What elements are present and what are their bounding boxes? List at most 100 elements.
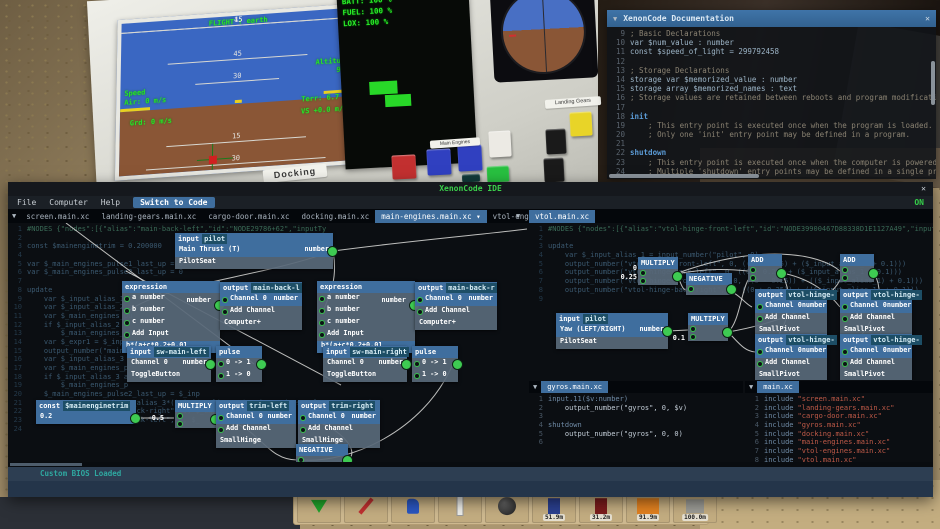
collapse-icon[interactable]: ▼ — [745, 383, 757, 391]
input-port[interactable] — [640, 278, 646, 284]
node-multiply-3[interactable]: MULTIPLY — [688, 313, 728, 341]
input-port[interactable] — [842, 304, 848, 310]
node-output-vtol-hinge-2[interactable]: outputvtol-hinge- Channel 0number Add Ch… — [840, 289, 912, 337]
add-input-port[interactable] — [319, 332, 325, 338]
output-port[interactable] — [726, 284, 737, 295]
collapse-icon[interactable]: ▼ — [613, 15, 617, 23]
output-port[interactable] — [868, 268, 879, 279]
input-port[interactable] — [750, 267, 756, 273]
add-channel-port[interactable] — [842, 361, 848, 367]
collapse-icon[interactable]: ▼ — [529, 383, 541, 391]
menu-item[interactable]: File — [17, 198, 36, 207]
node-pulse-1[interactable]: pulse 0 -> 1 1 -> 0 — [216, 346, 262, 382]
input-port[interactable] — [222, 297, 228, 303]
editor-main-xc[interactable]: ▼ main.xc 1include"screen.main.xc" 2incl… — [745, 381, 933, 462]
input-port[interactable] — [124, 308, 130, 314]
close-icon[interactable]: ✕ — [925, 14, 930, 23]
node-add-2[interactable]: ADD — [840, 254, 874, 282]
node-output-vtol-hinge-4[interactable]: outputvtol-hinge- Channel 0number Add Ch… — [840, 334, 912, 380]
input-port[interactable] — [640, 270, 646, 276]
editor-gyros[interactable]: ▼ gyros.main.xc 1input.11($v:number) 2 o… — [529, 381, 743, 462]
input-port[interactable] — [319, 320, 325, 326]
input-port[interactable] — [757, 304, 763, 310]
output-port[interactable] — [722, 327, 733, 338]
add-channel-port[interactable] — [757, 361, 763, 367]
node-input-pilot-yaw[interactable]: inputpilot Yaw (LEFT/RIGHT)number PilotS… — [556, 313, 668, 349]
close-icon[interactable]: ✕ — [921, 182, 926, 196]
output-port[interactable] — [342, 455, 353, 462]
input-port[interactable] — [690, 334, 696, 340]
node-output-trim-right[interactable]: outputtrim-right Channel 0number Add Cha… — [298, 400, 380, 448]
input-port[interactable] — [124, 296, 130, 302]
doc-horizontal-scrollbar[interactable] — [609, 174, 759, 178]
file-tab[interactable]: docking.main.xc — [296, 210, 376, 223]
input-port[interactable] — [218, 415, 224, 421]
menu-item[interactable]: Help — [101, 198, 120, 207]
output-port[interactable] — [256, 359, 267, 370]
add-channel-port[interactable] — [300, 427, 306, 433]
input-port[interactable] — [842, 275, 848, 281]
input-port[interactable] — [414, 361, 420, 367]
add-channel-port[interactable] — [842, 316, 848, 322]
file-tab[interactable]: landing-gears.main.xc — [95, 210, 202, 223]
add-channel-port[interactable] — [218, 427, 224, 433]
file-tab-main-xc[interactable]: main.xc — [757, 381, 799, 393]
input-port[interactable] — [319, 296, 325, 302]
node-output-trim-left[interactable]: outputtrim-left Channel 0number Add Chan… — [216, 400, 296, 448]
node-input-sw-main-left[interactable]: inputsw-main-left Channel 0number Toggle… — [127, 346, 211, 382]
doc-vertical-scrollbar[interactable] — [931, 61, 935, 105]
node-add-1[interactable]: ADD — [748, 254, 782, 282]
input-port[interactable] — [300, 415, 306, 421]
node-expression-2[interactable]: expression a number b number c number Ad… — [317, 281, 415, 353]
menu-item[interactable]: Computer — [49, 198, 88, 207]
node-multiply-1[interactable]: MULTIPLY — [175, 400, 216, 428]
add-channel-port[interactable] — [757, 316, 763, 322]
output-port[interactable] — [401, 359, 412, 370]
input-port[interactable] — [417, 297, 423, 303]
input-port[interactable] — [177, 413, 183, 419]
node-expression-1[interactable]: expression a number b number c number Ad… — [122, 281, 220, 353]
input-port[interactable] — [757, 349, 763, 355]
node-editor-vtol[interactable]: 1#NODES {"nodes":[{"alias":"vtol-hinge-f… — [529, 223, 933, 380]
power-status-badge[interactable]: ON — [914, 198, 924, 207]
input-port[interactable] — [177, 421, 183, 427]
input-port[interactable] — [218, 361, 224, 367]
node-output-vtol-hinge-1[interactable]: outputvtol-hinge- Channel 0number Add Ch… — [755, 289, 827, 337]
input-port[interactable] — [750, 275, 756, 281]
input-port[interactable] — [690, 326, 696, 332]
input-port[interactable] — [842, 349, 848, 355]
output-port[interactable] — [672, 271, 683, 282]
input-port[interactable] — [842, 267, 848, 273]
doc-titlebar[interactable]: ▼ XenonCode Documentation ✕ — [607, 10, 936, 27]
node-const-mainenginetrim[interactable]: const$mainenginetrim 0.2 — [36, 400, 136, 424]
output-port[interactable] — [776, 268, 787, 279]
switch-to-code-button[interactable]: Switch to Code — [133, 197, 214, 208]
output-port[interactable] — [205, 359, 216, 370]
collapse-icon[interactable]: ▼ — [8, 212, 20, 220]
file-tab[interactable]: main-engines.main.xc ▾ — [375, 210, 486, 223]
ide-titlebar[interactable]: XenonCode IDE ✕ — [8, 182, 933, 196]
file-tab-gyros[interactable]: gyros.main.xc — [541, 381, 608, 393]
node-negative-2[interactable]: NEGATIVE — [686, 273, 732, 295]
input-port[interactable] — [298, 457, 304, 462]
node-editor-main-engines[interactable]: 1#NODES {"nodes":[{"alias":"main-back-le… — [8, 223, 527, 462]
add-channel-port[interactable] — [222, 309, 228, 315]
file-tab-vtol[interactable]: vtol.main.xc — [529, 210, 595, 223]
node-negative-1[interactable]: NEGATIVE — [296, 444, 348, 462]
add-channel-port[interactable] — [417, 309, 423, 315]
input-port[interactable] — [688, 286, 694, 292]
collapse-icon[interactable]: ▼ — [516, 212, 520, 220]
node-pulse-2[interactable]: pulse 0 -> 1 1 -> 0 — [412, 346, 458, 382]
add-input-port[interactable] — [124, 332, 130, 338]
input-port[interactable] — [218, 373, 224, 379]
file-tab[interactable]: screen.main.xc — [20, 210, 95, 223]
output-port[interactable] — [327, 246, 338, 257]
input-port[interactable] — [319, 308, 325, 314]
input-port[interactable] — [124, 320, 130, 326]
node-multiply-2[interactable]: MULTIPLY — [638, 257, 678, 285]
node-input-sw-main-right[interactable]: inputsw-main-right Channel 0number Toggl… — [323, 346, 407, 382]
input-port[interactable] — [414, 373, 420, 379]
file-tab[interactable]: cargo-door.main.xc — [202, 210, 295, 223]
node-input-pilot-thrust[interactable]: inputpilot Main Thrust (T)number PilotSe… — [175, 233, 333, 269]
output-port[interactable] — [452, 359, 463, 370]
